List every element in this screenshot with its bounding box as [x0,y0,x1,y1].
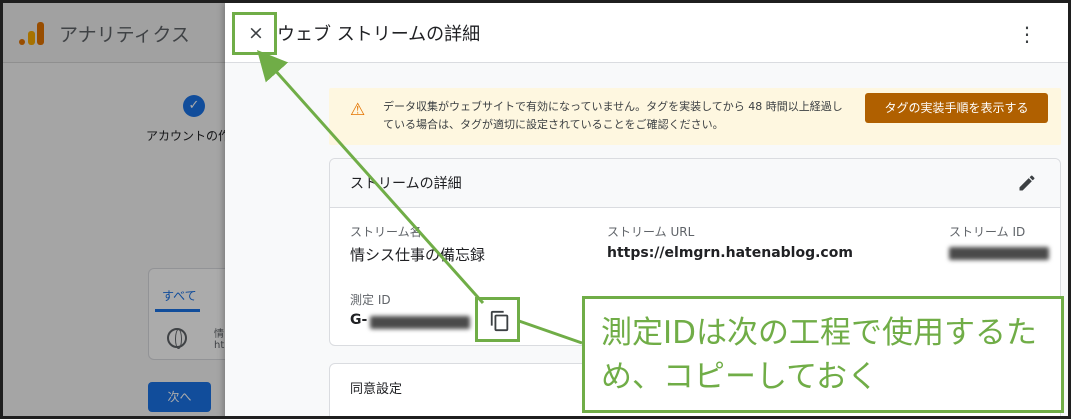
screenshot-frame: アナリティクス ✓ アカウントの作 すべて 情 ht 次へ × ウェブ ストリーム… [0,0,1071,419]
arrow-connector [518,319,583,345]
close-highlight-box [232,12,277,55]
annotation-callout: 測定IDは次の工程で使用するため、コピーしておく [582,296,1064,413]
copy-highlight-box [475,297,520,342]
arrow-to-close [257,50,485,304]
annotation-text: 測定IDは次の工程で使用するため、コピーしておく [601,315,1038,395]
